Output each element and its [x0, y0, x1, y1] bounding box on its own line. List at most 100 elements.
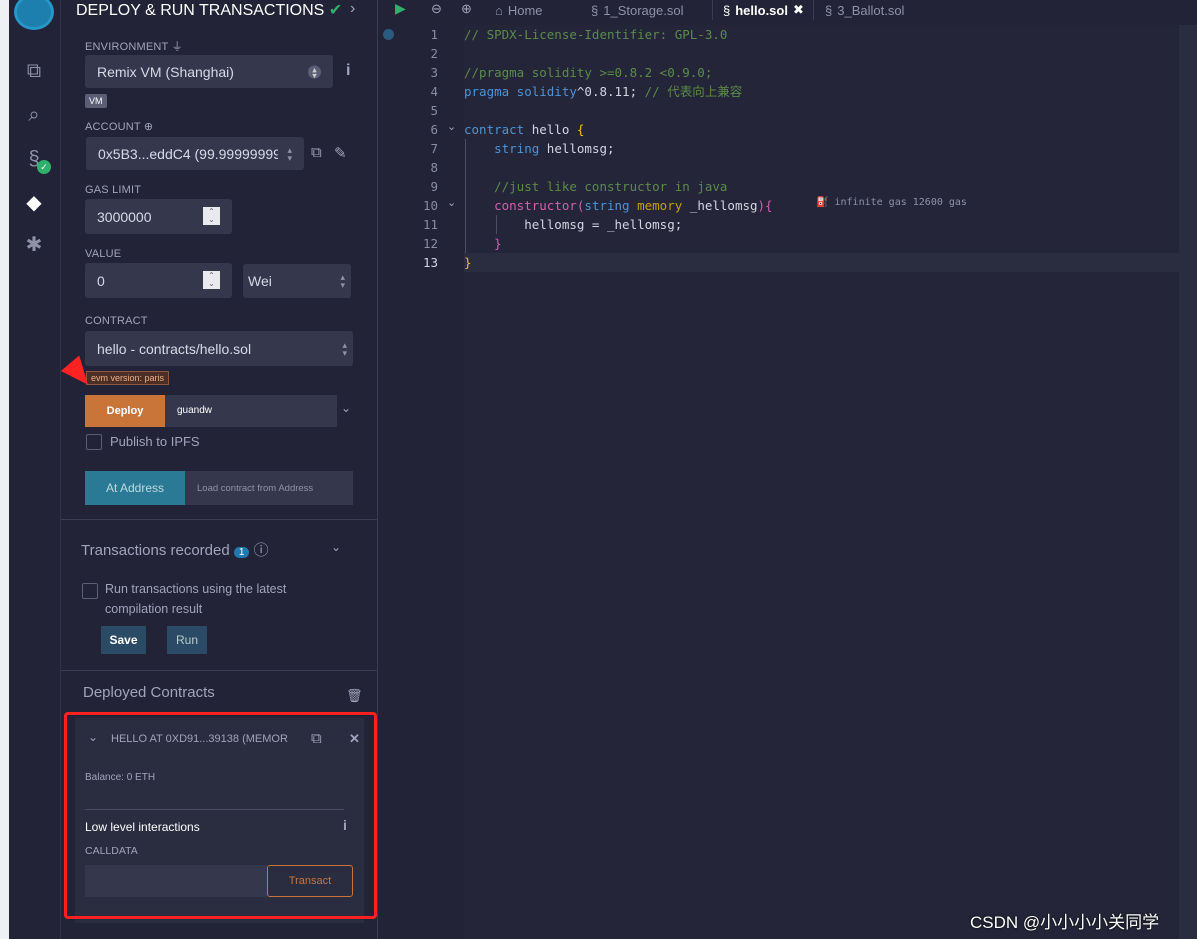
run-icon[interactable]: ▶: [395, 0, 406, 17]
chevron-down-icon[interactable]: ⌄: [341, 401, 351, 415]
tab-storage[interactable]: § 1_Storage.sol: [591, 0, 683, 20]
minimap[interactable]: [1179, 25, 1197, 939]
panel-title: DEPLOY & RUN TRANSACTIONS ✔: [76, 2, 343, 19]
red-highlight-box: [64, 712, 377, 919]
info-icon[interactable]: i: [346, 62, 350, 80]
line-number: 2: [430, 46, 438, 61]
line-number: 7: [430, 141, 438, 156]
fold-chevron-icon[interactable]: ⌄: [447, 120, 456, 133]
browser-edge: [0, 0, 9, 939]
environment-label: ENVIRONMENT ⏚: [85, 41, 183, 53]
code-area: [464, 25, 1179, 939]
code-line: // SPDX-License-Identifier: GPL-3.0: [464, 25, 727, 44]
tab-hello[interactable]: § hello.sol ✖: [712, 0, 814, 20]
icon-sidebar: ⧉ ⌕ § ✓ ◆ ✱: [9, 0, 61, 939]
line-number: 5: [430, 103, 438, 118]
transactions-recorded-title[interactable]: Transactions recorded 1 ⓘ: [81, 539, 269, 560]
check-icon: ✔: [328, 2, 343, 19]
evm-version-badge: evm version: paris: [86, 371, 170, 385]
divider: [61, 519, 378, 520]
info-circle-icon[interactable]: ⓘ: [254, 542, 269, 559]
unit-select[interactable]: Wei ▴ ▾: [243, 264, 351, 298]
tab-home[interactable]: ⌂ Home: [495, 0, 543, 20]
zoom-in-icon[interactable]: ⊕: [461, 1, 472, 17]
copy-icon[interactable]: ⧉: [311, 144, 322, 161]
zoom-out-icon[interactable]: ⊖: [431, 1, 442, 17]
solidity-compiler-icon[interactable]: § ✓: [21, 146, 51, 174]
account-select[interactable]: 0x5B3...eddC4 (99.99999999 ▴ ▾: [86, 137, 304, 170]
value-input[interactable]: 0 ⌃ ⌄: [85, 263, 232, 298]
code-token: contract: [464, 122, 532, 137]
run-latest-label: Run transactions using the latest compil…: [105, 582, 287, 616]
tab-ballot[interactable]: § 3_Ballot.sol: [825, 0, 904, 20]
code-token: // 代表向上兼容: [644, 84, 743, 99]
code-token: hello: [531, 122, 577, 137]
deploy-button[interactable]: Deploy: [85, 395, 165, 427]
code-token: {: [576, 122, 585, 137]
plug-icon: ⏚: [171, 41, 183, 53]
code-line: hellomsg = _hellomsg;: [464, 215, 682, 234]
code-line: //just like constructor in java: [464, 177, 727, 196]
code-token: string: [584, 198, 638, 213]
value-label: VALUE: [85, 248, 122, 260]
solidity-file-icon: §: [591, 2, 599, 18]
line-number: 13: [422, 255, 438, 270]
stepper-icon[interactable]: ⌃ ⌄: [203, 271, 220, 289]
publish-ipfs-checkbox[interactable]: [86, 434, 102, 450]
editor-body[interactable]: ⌄ ⌄ ⛽ infinite gas 12600 gas 1 // SPDX-Li…: [379, 25, 1197, 939]
code-token: pragma solidity: [464, 84, 577, 99]
code-token: ){: [757, 198, 773, 213]
divider: [61, 670, 378, 671]
line-number: 3: [430, 65, 438, 80]
deploy-run-panel: DEPLOY & RUN TRANSACTIONS ✔ › ENVIRONMEN…: [60, 0, 378, 939]
trash-icon[interactable]: 🗑: [346, 688, 363, 704]
remix-logo[interactable]: [14, 0, 54, 30]
code-token: //just like constructor in java: [464, 179, 728, 194]
edit-icon[interactable]: ✎: [334, 144, 347, 162]
code-token: //pragma solidity >=0.8.2 <0.9.0;: [464, 65, 713, 80]
current-line-highlight: [464, 253, 1179, 272]
at-address-button[interactable]: At Address: [85, 471, 185, 505]
search-icon[interactable]: ⌕: [21, 102, 47, 128]
code-line: pragma solidity^0.8.11; // 代表向上兼容: [464, 82, 742, 101]
chevron-right-icon[interactable]: ›: [350, 0, 355, 18]
code-token: hellomsg = _hellomsg;: [464, 217, 683, 232]
run-button[interactable]: Run: [167, 626, 207, 654]
code-editor: ▶ ⊖ ⊕ ⌂ Home § 1_Storage.sol § hello.sol ✖ §…: [379, 0, 1197, 939]
code-line: contract hello {: [464, 120, 584, 139]
file-explorer-icon[interactable]: ⧉: [21, 58, 47, 84]
code-line: //pragma solidity >=0.8.2 <0.9.0;: [464, 63, 712, 82]
solidity-file-icon: §: [825, 2, 833, 18]
deploy-args-input[interactable]: guandw: [165, 395, 337, 427]
home-icon: ⌂: [495, 2, 503, 18]
code-token: hellomsg;: [546, 141, 615, 156]
plus-icon[interactable]: ⊕: [144, 121, 153, 133]
publish-ipfs-label: Publish to IPFS: [110, 434, 200, 449]
close-icon[interactable]: ✖: [793, 2, 804, 18]
line-number: 10: [422, 198, 438, 213]
fold-chevron-icon[interactable]: ⌄: [447, 196, 456, 209]
line-number: 9: [430, 179, 438, 194]
line-number: 6: [430, 122, 438, 137]
line-number: 1: [430, 27, 438, 42]
run-latest-checkbox[interactable]: [82, 583, 98, 599]
stepper-icon[interactable]: ⌃ ⌄: [203, 207, 220, 225]
code-token: }: [464, 255, 472, 270]
debugger-icon[interactable]: ✱: [21, 232, 47, 258]
code-line: string hellomsg;: [464, 139, 615, 158]
at-address-input[interactable]: Load contract from Address: [185, 471, 353, 505]
contract-select[interactable]: hello - contracts/hello.sol ▴ ▾: [85, 331, 353, 366]
chevron-down-icon[interactable]: ⌄: [331, 540, 341, 554]
code-line: }: [464, 253, 472, 272]
code-token: // SPDX-License-Identifier: GPL-3.0: [464, 27, 728, 42]
environment-select[interactable]: Remix VM (Shanghai) ▴ ▾: [85, 55, 333, 88]
gas-limit-input[interactable]: 3000000 ⌃ ⌄: [85, 199, 232, 234]
gas-estimate: ⛽ infinite gas 12600 gas: [816, 197, 967, 208]
save-button[interactable]: Save: [101, 626, 146, 654]
deploy-run-icon[interactable]: ◆: [21, 190, 47, 216]
gas-limit-label: GAS LIMIT: [85, 184, 142, 196]
code-token: memory: [637, 198, 690, 213]
count-badge: 1: [233, 547, 250, 558]
account-label: ACCOUNT ⊕: [85, 121, 154, 133]
